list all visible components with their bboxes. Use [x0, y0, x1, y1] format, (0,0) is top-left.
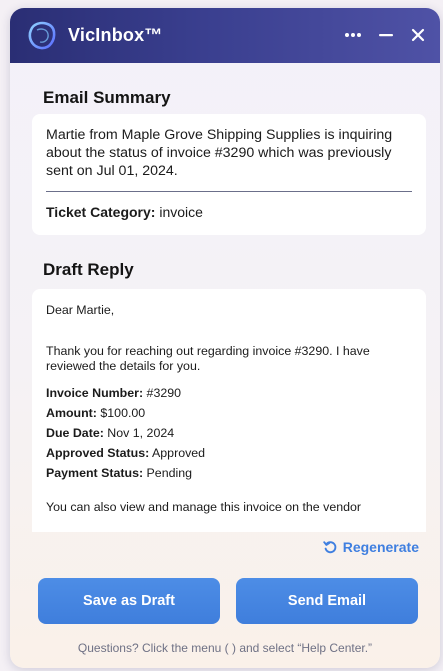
title-bar: VicInbox™	[10, 8, 440, 63]
detail-value: #3290	[146, 386, 182, 400]
payment-status-line: Payment Status: Pending	[46, 466, 416, 481]
regenerate-button[interactable]: Regenerate	[322, 539, 419, 555]
email-summary-card: Martie from Maple Grove Shipping Supplie…	[32, 114, 426, 235]
regenerate-icon	[322, 541, 337, 554]
amount-line: Amount: $100.00	[46, 406, 416, 421]
draft-reply-editor[interactable]: Dear Martie, Thank you for reaching out …	[32, 289, 426, 532]
draft-reply-heading: Draft Reply	[43, 260, 134, 279]
send-email-button[interactable]: Send Email	[236, 578, 418, 624]
draft-reply-content[interactable]: Dear Martie, Thank you for reaching out …	[46, 303, 416, 515]
email-summary-heading: Email Summary	[43, 88, 171, 107]
detail-value: Approved	[152, 446, 206, 460]
vicinbox-window: VicInbox™ Email Summary Martie from Mapl…	[10, 8, 440, 668]
detail-label: Payment Status:	[46, 466, 144, 480]
detail-label: Approved Status:	[46, 446, 150, 460]
invoice-number-line: Invoice Number: #3290	[46, 386, 416, 401]
detail-label: Invoice Number:	[46, 386, 144, 400]
minimize-button[interactable]	[373, 22, 399, 48]
approved-status-line: Approved Status: Approved	[46, 446, 416, 461]
ticket-category: Ticket Category: invoice	[46, 204, 203, 220]
detail-value: $100.00	[100, 406, 146, 420]
ticket-category-value: invoice	[159, 204, 203, 220]
email-summary-text: Martie from Maple Grove Shipping Supplie…	[46, 127, 393, 179]
summary-divider	[46, 191, 412, 192]
draft-closing: You can also view and manage this invoic…	[46, 500, 362, 514]
detail-label: Amount:	[46, 406, 97, 420]
detail-label: Due Date:	[46, 426, 104, 440]
more-menu-button[interactable]	[340, 22, 366, 48]
due-date-line: Due Date: Nov 1, 2024	[46, 426, 416, 441]
draft-greeting: Dear Martie,	[46, 303, 115, 317]
regenerate-label: Regenerate	[342, 539, 419, 555]
app-title: VicInbox™	[68, 25, 163, 45]
detail-value: Nov 1, 2024	[107, 426, 175, 440]
detail-value: Pending	[146, 466, 193, 480]
draft-intro: Thank you for reaching out regarding inv…	[46, 344, 370, 373]
help-center-hint: Questions? Click the menu ( ) and select…	[77, 641, 373, 655]
vicinbox-logo-icon	[28, 21, 56, 50]
save-as-draft-button[interactable]: Save as Draft	[38, 578, 220, 624]
close-button[interactable]	[405, 22, 431, 48]
close-icon	[411, 28, 425, 42]
more-horizontal-icon	[345, 33, 361, 37]
minimize-icon	[379, 34, 393, 37]
ticket-category-label: Ticket Category:	[46, 204, 156, 220]
